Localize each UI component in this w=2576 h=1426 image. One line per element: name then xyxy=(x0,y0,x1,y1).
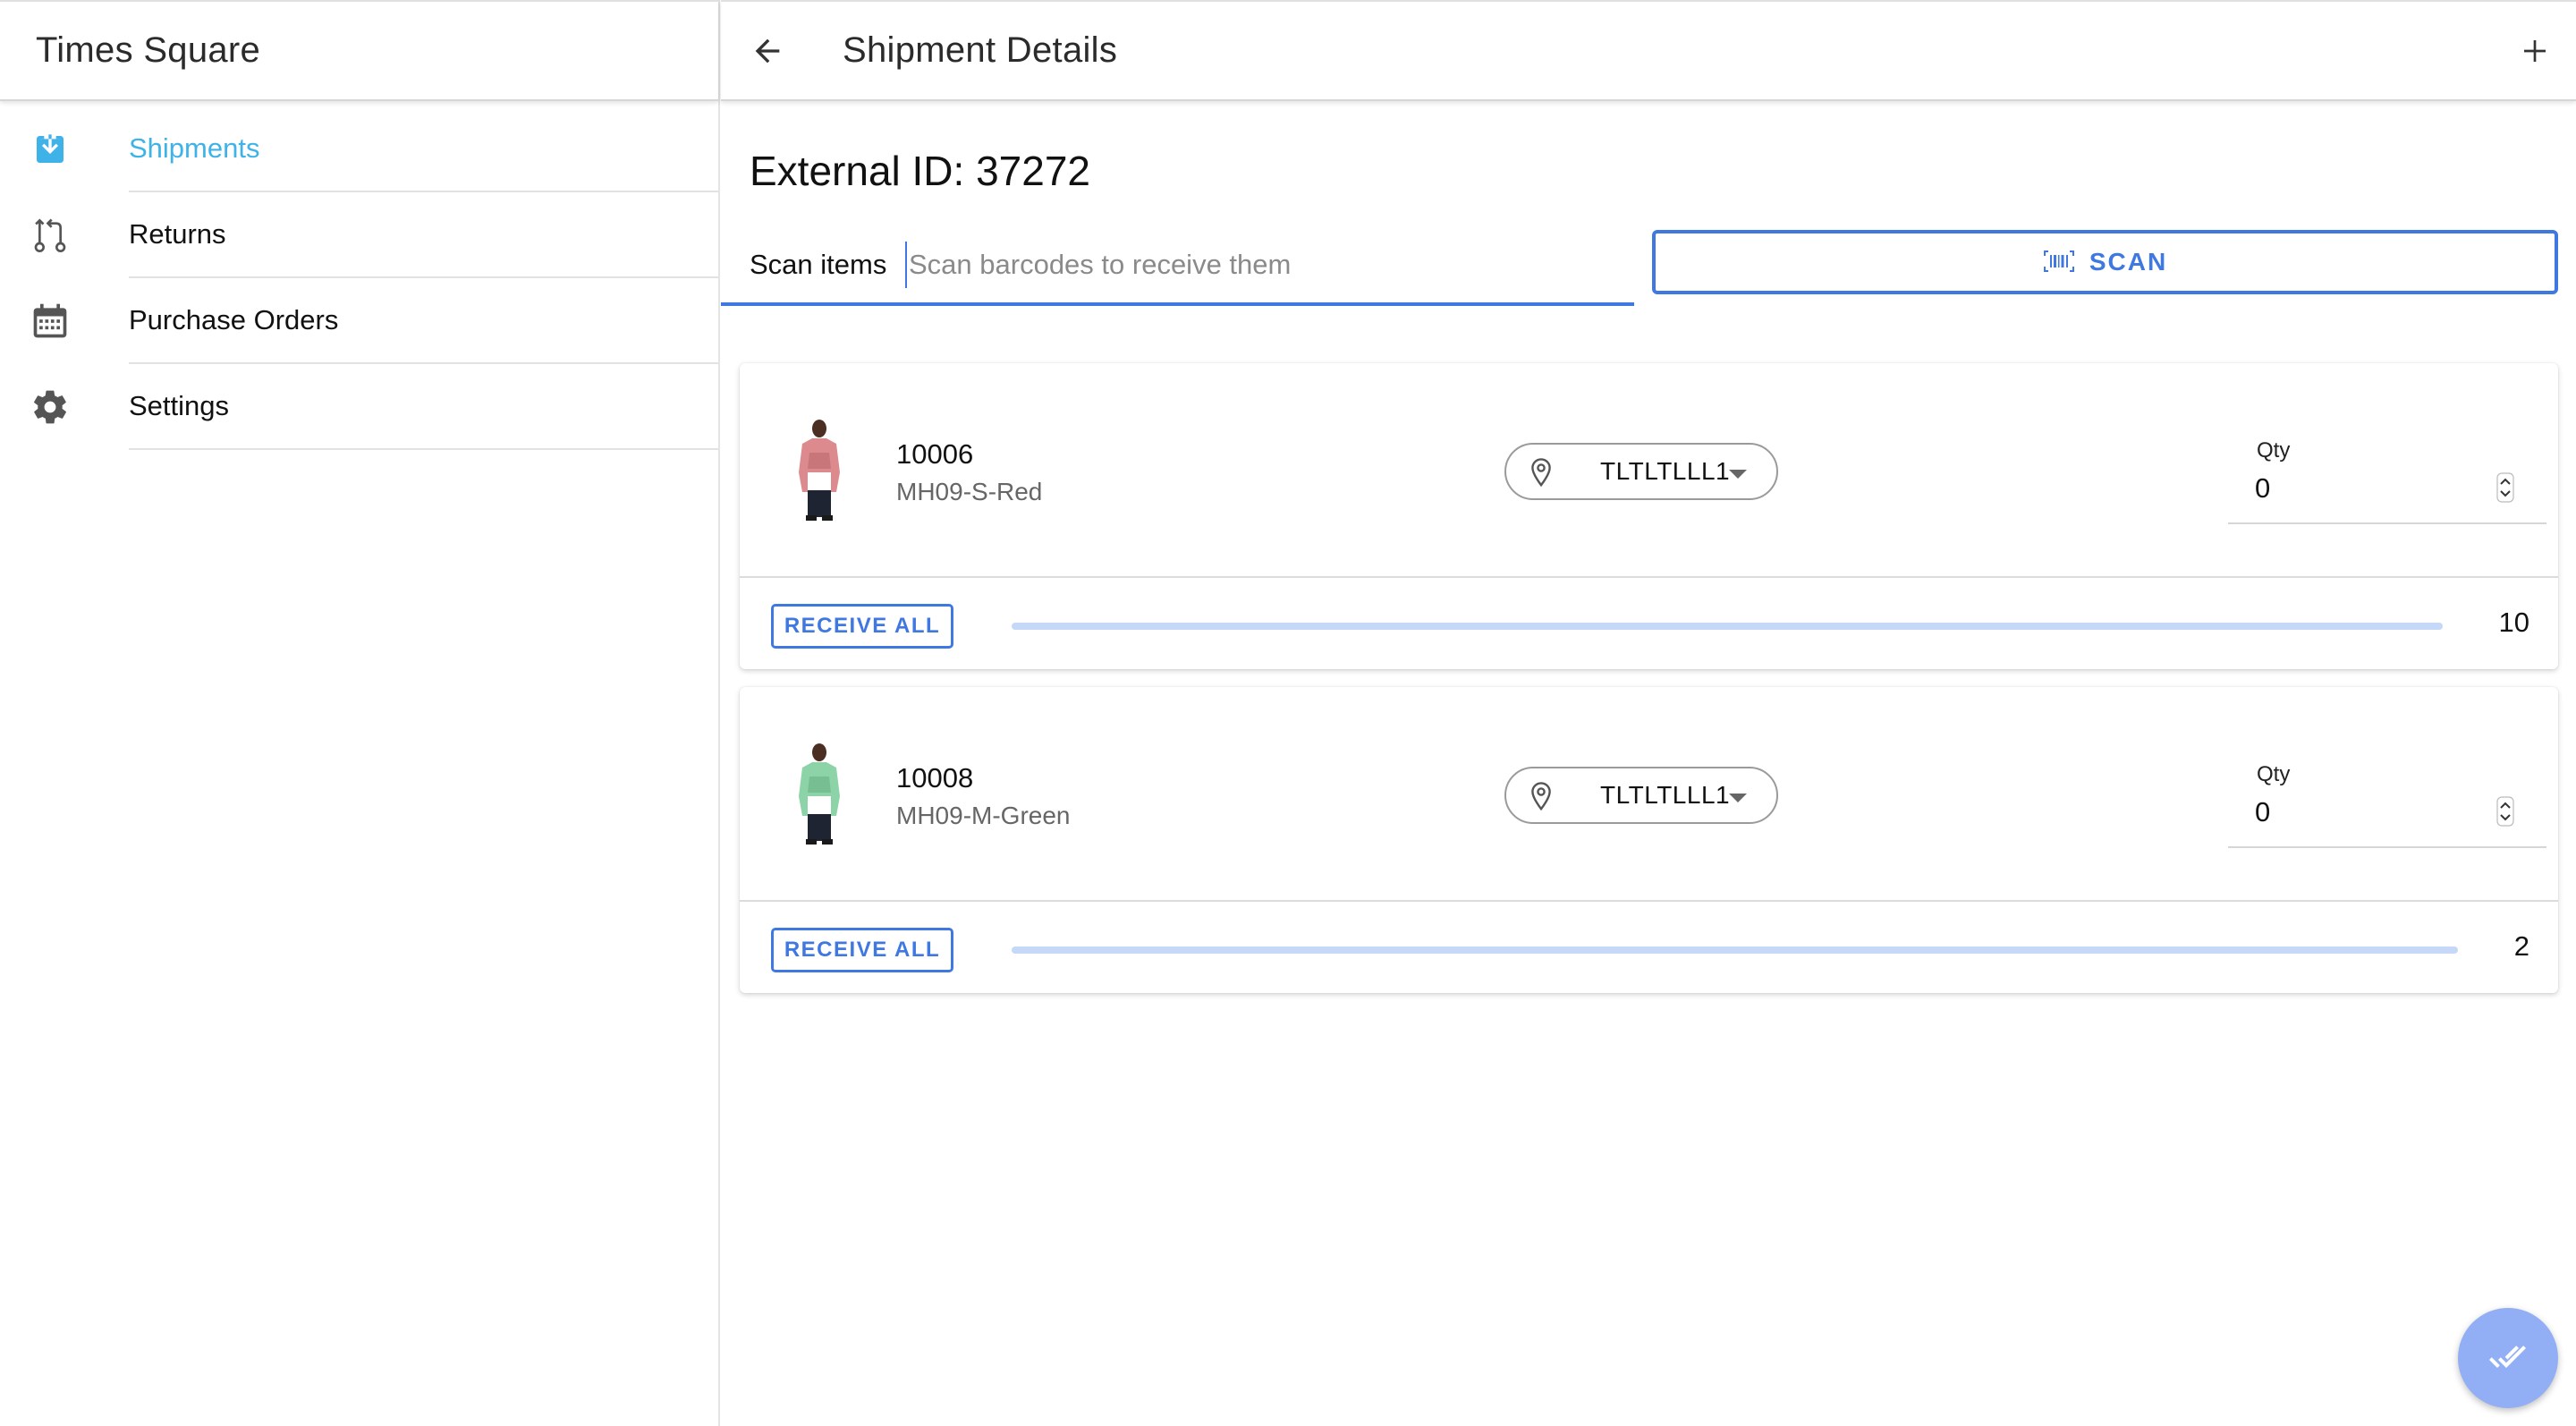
product-sku: MH09-M-Green xyxy=(896,802,1071,829)
external-id-heading: External ID: 37272 xyxy=(750,148,1091,194)
qty-input[interactable] xyxy=(2255,469,2487,508)
item-card-header: 10006 MH09-S-Red TLTLTLLL1 Qty xyxy=(740,363,2558,578)
gear-icon xyxy=(30,387,70,427)
sidebar-item-returns[interactable]: Returns xyxy=(0,192,718,278)
scan-button[interactable]: SCAN xyxy=(1652,230,2558,294)
shipment-item-card: 10008 MH09-M-Green TLTLTLLL1 Qty RECEIVE… xyxy=(740,687,2558,993)
scan-input[interactable] xyxy=(905,242,1621,288)
toolbar: Shipment Details xyxy=(721,0,2576,101)
sidebar-item-label: Settings xyxy=(129,390,230,421)
product-image xyxy=(790,741,849,846)
chevron-down-icon xyxy=(1729,470,1747,479)
sidebar-nav: Shipments Returns Purchase Orders Settin… xyxy=(0,106,718,450)
expected-quantity: 2 xyxy=(2513,930,2529,962)
item-card-footer: RECEIVE ALL 2 xyxy=(740,904,2558,993)
receive-progress-bar xyxy=(1012,623,2443,630)
back-button[interactable] xyxy=(744,29,791,75)
sidebar-item-shipments[interactable]: Shipments xyxy=(0,106,718,192)
store-title: Times Square xyxy=(36,30,261,70)
sidebar-item-label-wrap: Shipments xyxy=(129,106,718,192)
number-spinner-icon[interactable] xyxy=(2496,796,2514,827)
product-id: 10008 xyxy=(896,762,974,794)
page-title: Shipment Details xyxy=(843,30,1118,70)
product-image xyxy=(790,417,849,522)
qty-input[interactable] xyxy=(2255,793,2487,832)
scan-items-label: Scan items xyxy=(750,249,887,280)
location-select[interactable]: TLTLTLLL1 xyxy=(1504,767,1778,824)
location-pin-icon xyxy=(1528,781,1555,813)
sidebar-item-label: Returns xyxy=(129,218,226,250)
product-sku: MH09-S-Red xyxy=(896,478,1043,505)
receive-all-label: RECEIVE ALL xyxy=(784,938,941,962)
sidebar-item-label: Shipments xyxy=(129,132,260,164)
sidebar-item-label-wrap: Returns xyxy=(129,192,718,278)
location-value: TLTLTLLL1 xyxy=(1600,457,1731,485)
qty-field: Qty xyxy=(2228,435,2546,524)
sidebar-item-settings[interactable]: Settings xyxy=(0,364,718,450)
arrow-back-icon xyxy=(750,33,785,72)
location-pin-icon xyxy=(1528,457,1555,489)
receive-all-button[interactable]: RECEIVE ALL xyxy=(771,928,953,972)
sidebar-header: Times Square xyxy=(0,0,718,101)
item-card-footer: RECEIVE ALL 10 xyxy=(740,580,2558,669)
scan-field: Scan items xyxy=(721,227,1634,306)
chevron-down-icon xyxy=(1729,794,1747,802)
receive-all-label: RECEIVE ALL xyxy=(784,614,941,638)
sidebar-item-label: Purchase Orders xyxy=(129,304,339,335)
product-id: 10006 xyxy=(896,438,974,470)
expected-quantity: 10 xyxy=(2498,607,2529,638)
qty-label: Qty xyxy=(2257,762,2291,786)
main-content: Shipment Details External ID: 37272 Scan… xyxy=(721,0,2576,1426)
qty-label: Qty xyxy=(2257,438,2291,463)
location-select[interactable]: TLTLTLLL1 xyxy=(1504,443,1778,500)
receive-progress-bar xyxy=(1012,946,2458,954)
item-card-header: 10008 MH09-M-Green TLTLTLLL1 Qty xyxy=(740,687,2558,902)
scan-row: Scan items SCAN xyxy=(721,227,2576,306)
double-check-icon xyxy=(2487,1336,2529,1381)
shipment-item-card: 10006 MH09-S-Red TLTLTLLL1 Qty RECEIVE A… xyxy=(740,363,2558,669)
calendar-icon xyxy=(30,301,70,341)
receive-all-button[interactable]: RECEIVE ALL xyxy=(771,604,953,649)
sidebar: Times Square Shipments Returns Purchase … xyxy=(0,0,720,1426)
add-button[interactable] xyxy=(2513,30,2556,73)
complete-shipment-fab[interactable] xyxy=(2458,1308,2558,1408)
sidebar-item-label-wrap: Purchase Orders xyxy=(129,278,718,364)
sidebar-item-purchase-orders[interactable]: Purchase Orders xyxy=(0,278,718,364)
plus-icon xyxy=(2521,37,2549,68)
sidebar-item-label-wrap: Settings xyxy=(129,364,718,450)
barcode-icon xyxy=(2043,249,2075,276)
git-compare-icon xyxy=(30,216,70,255)
qty-field: Qty xyxy=(2228,759,2546,848)
location-value: TLTLTLLL1 xyxy=(1600,781,1731,809)
number-spinner-icon[interactable] xyxy=(2496,472,2514,503)
scan-button-label: SCAN xyxy=(2089,248,2168,276)
download-box-icon xyxy=(30,130,70,169)
